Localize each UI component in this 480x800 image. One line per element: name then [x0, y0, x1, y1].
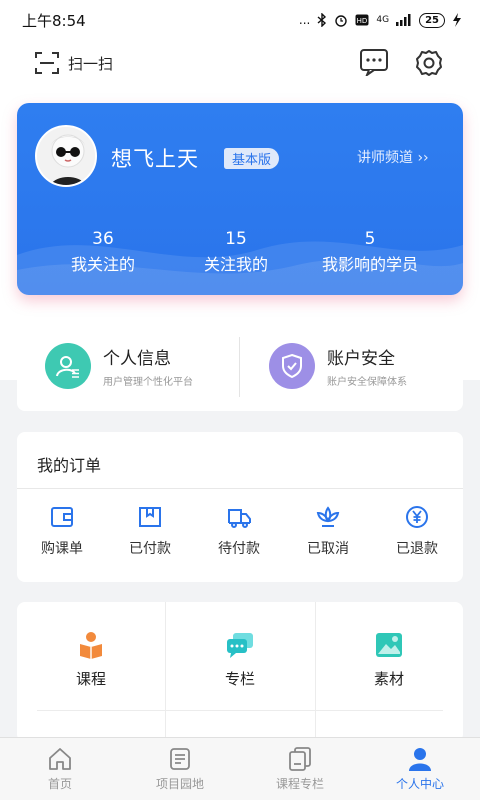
- user-icon: [56, 356, 79, 378]
- order-cancelled-item[interactable]: 已取消: [293, 504, 363, 558]
- avatar[interactable]: [35, 125, 97, 187]
- stat-label: 我影响的学员: [321, 255, 418, 274]
- alarm-icon: [335, 15, 348, 27]
- document-icon: [170, 748, 190, 770]
- svg-text:HD: HD: [357, 17, 368, 25]
- avatar-image: [37, 127, 95, 185]
- feature-label: 素材: [373, 670, 404, 688]
- stat-followers[interactable]: 15 关注我的: [186, 229, 286, 275]
- order-label: 已付款: [129, 541, 171, 557]
- bluetooth-icon: [317, 13, 327, 27]
- tab-label: 项目园地: [155, 777, 204, 791]
- feature-material[interactable]: 素材: [339, 630, 439, 689]
- status-time: 上午8:54: [22, 11, 86, 30]
- bottom-tab-bar: 首页 项目园地 课程专栏 个人中心: [0, 737, 480, 800]
- stack-icon: [289, 747, 311, 771]
- account-security-item[interactable]: 账户安全 账户安全保障体系: [269, 343, 407, 389]
- order-label: 已退款: [396, 541, 438, 557]
- hd-icon: HD: [355, 14, 369, 26]
- charging-icon: [453, 13, 461, 27]
- personal-info-title: 个人信息: [103, 349, 171, 369]
- info-card: 个人信息 用户管理个性化平台 账户安全 账户安全保障体系: [17, 323, 463, 411]
- orders-divider: [17, 488, 463, 489]
- order-paid-item[interactable]: 已付款: [115, 504, 185, 558]
- tab-home[interactable]: 首页: [0, 746, 120, 792]
- person-icon: [409, 748, 431, 771]
- info-divider: [239, 337, 240, 397]
- order-cart-item[interactable]: 购课单: [27, 504, 97, 558]
- order-label: 已取消: [307, 541, 349, 557]
- settings-gear-icon[interactable]: [414, 48, 444, 78]
- profile-card[interactable]: 想飞上天 基本版 讲师频道 ›› 36 我关注的 15 关注我的 5 我影响的学…: [17, 103, 463, 295]
- truck-icon: [228, 509, 251, 528]
- grid-divider: [315, 602, 316, 742]
- signal-icon: [396, 14, 411, 26]
- tab-label: 首页: [47, 777, 72, 791]
- course-icon: [80, 632, 102, 659]
- feature-label: 专栏: [224, 670, 255, 688]
- feature-course[interactable]: 课程: [41, 630, 141, 689]
- status-dots: ...: [298, 13, 311, 27]
- tab-label: 个人中心: [395, 777, 444, 791]
- stat-value: 36: [92, 229, 114, 249]
- personal-info-icon-circle: [45, 343, 91, 389]
- scan-button[interactable]: 扫一扫: [34, 50, 113, 76]
- status-indicators: ... HD 4G 25: [298, 12, 462, 28]
- orders-card: 我的订单 购课单 已付款 待付款 已取消 已退款: [17, 432, 463, 582]
- stat-following[interactable]: 36 我关注的: [53, 229, 153, 275]
- order-refunded-item[interactable]: 已退款: [382, 504, 452, 558]
- feature-grid: 课程 专栏 素材: [17, 602, 463, 742]
- wallet-icon: [51, 507, 73, 527]
- stat-value: 5: [364, 229, 376, 249]
- feature-column[interactable]: 专栏: [190, 630, 290, 689]
- yen-icon: [406, 506, 428, 528]
- feature-label: 课程: [75, 670, 106, 688]
- order-label: 待付款: [218, 541, 260, 557]
- grid-divider: [37, 710, 443, 711]
- account-security-icon-circle: [269, 343, 315, 389]
- grid-divider: [165, 602, 166, 742]
- account-security-title: 账户安全: [327, 349, 395, 369]
- tab-label: 课程专栏: [275, 777, 324, 791]
- message-icon[interactable]: [359, 48, 389, 76]
- stat-label: 关注我的: [203, 255, 268, 274]
- chat-bubbles-icon: [227, 633, 253, 658]
- tab-course-columns[interactable]: 课程专栏: [240, 746, 360, 792]
- personal-info-item[interactable]: 个人信息 用户管理个性化平台: [45, 343, 193, 389]
- header: 扫一扫: [0, 44, 480, 84]
- stat-value: 15: [225, 229, 247, 249]
- order-pending-item[interactable]: 待付款: [204, 504, 274, 558]
- tab-personal-center[interactable]: 个人中心: [360, 746, 480, 792]
- plan-badge: 基本版: [224, 148, 280, 169]
- tab-projects[interactable]: 项目园地: [120, 746, 240, 792]
- home-icon: [49, 748, 71, 770]
- username: 想飞上天: [111, 147, 199, 171]
- scan-label: 扫一扫: [68, 54, 114, 73]
- status-bar: 上午8:54 ... HD 4G 25: [0, 0, 480, 40]
- battery-indicator: 25: [419, 12, 445, 28]
- image-icon: [376, 633, 402, 657]
- lecturer-channel-link[interactable]: 讲师频道 ››: [357, 147, 429, 167]
- stat-influenced-students[interactable]: 5 我影响的学员: [305, 229, 435, 275]
- personal-info-subtitle: 用户管理个性化平台: [103, 377, 193, 388]
- scan-icon: [35, 52, 59, 74]
- orders-title[interactable]: 我的订单: [37, 452, 101, 476]
- shield-icon: [282, 353, 302, 379]
- order-label: 购课单: [41, 541, 83, 557]
- network-type: 4G: [376, 15, 390, 25]
- box-icon: [139, 507, 161, 527]
- stat-label: 我关注的: [70, 255, 135, 274]
- account-security-subtitle: 账户安全保障体系: [327, 377, 407, 388]
- lotus-icon: [316, 506, 340, 527]
